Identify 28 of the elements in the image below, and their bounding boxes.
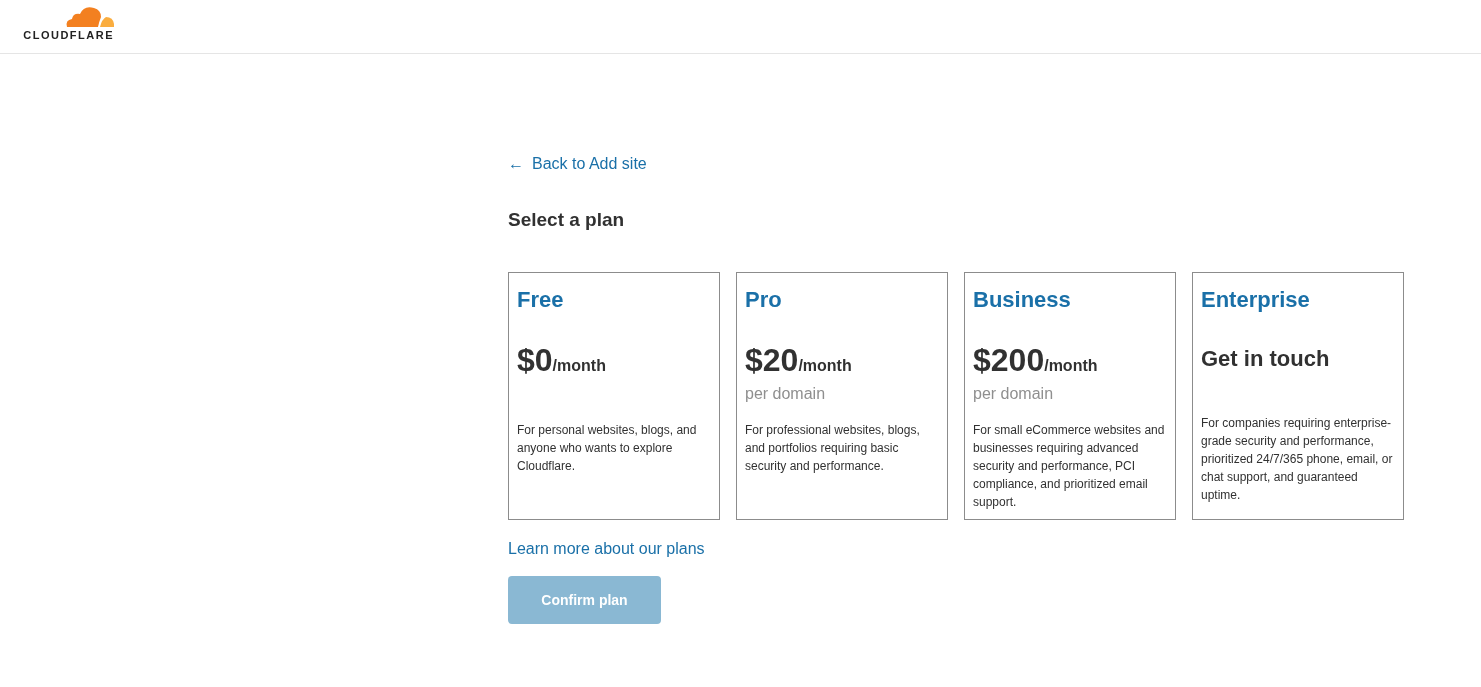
plan-name: Pro <box>745 286 783 314</box>
plan-card[interactable]: Enterprise Get in touch For companies requiring enterprise-grade security and performance, prioritized 24/7/365 phone, email, or chat support, and guaranteed uptime. <box>1192 272 1404 520</box>
plan-card[interactable]: Business $200/month per domain For small eCommerce websites and businesses requiring advanced security and performance, PCI compliance, and prioritized email support. <box>964 272 1176 520</box>
price-period: /month <box>552 357 606 376</box>
back-link[interactable]: ← Back to Add site <box>508 152 647 176</box>
plan-description: For personal websites, blogs, and anyone who wants to explore Cloudflare. <box>517 422 698 475</box>
plan-description: For professional websites, blogs, and portfolios requiring basic security and performance. <box>745 422 921 475</box>
plan-name: Free <box>517 286 565 314</box>
plan-name: Enterprise <box>1201 286 1311 314</box>
logo[interactable]: CLOUDFLARE <box>12 5 114 41</box>
plan-price: $200 <box>973 341 1045 380</box>
price-period: /month <box>798 357 852 376</box>
plan-price: $0 <box>517 341 553 380</box>
plan-price: $20 <box>745 341 799 380</box>
back-link-label: Back to Add site <box>532 154 647 174</box>
plan-description: For companies requiring enterprise-grade security and performance, prioritized 24/7/365 phone, email, or chat support, and guaranteed uptime. <box>1201 415 1394 504</box>
page-heading: Select a plan <box>508 208 626 232</box>
plan-card[interactable]: Pro $20/month per domain For professional websites, blogs, and portfolios requiring basic security and performance. <box>736 272 948 520</box>
learn-more-link[interactable]: Learn more about our plans <box>508 538 705 560</box>
plan-card[interactable]: Free $0/month For personal websites, blogs, and anyone who wants to explore Cloudflare. <box>508 272 720 520</box>
arrow-icon: ← <box>508 152 524 176</box>
logo-text: CLOUDFLARE <box>23 29 114 41</box>
plan-name: Business <box>973 286 1072 314</box>
price-period: /month <box>1044 357 1098 376</box>
price-note: per domain <box>745 385 826 402</box>
price-note: per domain <box>973 385 1054 402</box>
contact-text: Get in touch <box>1201 345 1331 373</box>
plan-description: For small eCommerce websites and businesses requiring advanced security and performance, PCI compliance, and prioritized email support. <box>973 422 1166 511</box>
